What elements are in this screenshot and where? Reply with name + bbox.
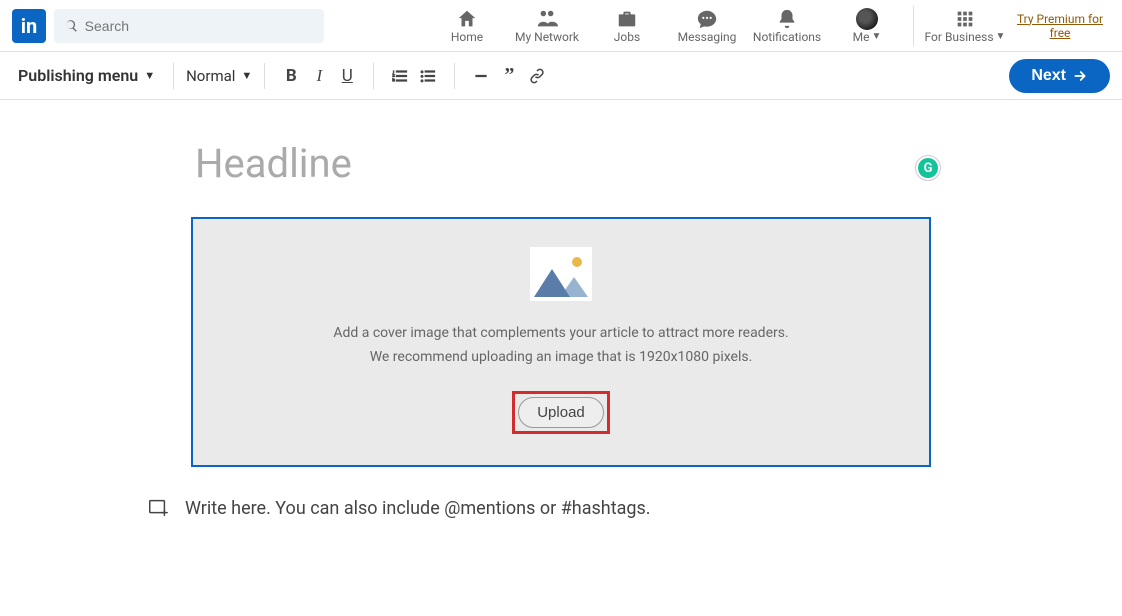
toolbar-divider — [373, 63, 374, 89]
next-button[interactable]: Next — [1009, 59, 1110, 93]
editor-toolbar: Publishing menu ▼ Normal ▼ B I U ” Next — [0, 52, 1122, 100]
upload-button[interactable]: Upload — [518, 397, 604, 428]
bold-button[interactable]: B — [277, 62, 305, 90]
link-icon — [528, 67, 546, 85]
style-label: Normal — [186, 67, 235, 85]
toolbar-divider — [264, 63, 265, 89]
publishing-menu-label: Publishing menu — [18, 66, 138, 85]
insert-media-button[interactable] — [147, 497, 169, 519]
divider-button[interactable] — [467, 62, 495, 90]
caret-down-icon: ▼ — [996, 31, 1006, 42]
nav-label: Home — [451, 30, 483, 44]
italic-button[interactable]: I — [305, 62, 333, 90]
search-input[interactable] — [85, 18, 314, 34]
search-icon — [64, 18, 79, 34]
messaging-icon — [696, 8, 718, 30]
headline-input[interactable]: Headline — [191, 140, 931, 187]
arrow-right-icon — [1072, 68, 1088, 84]
logo-text: in — [21, 14, 38, 38]
body-editor-row: Write here. You can also include @mentio… — [147, 497, 931, 519]
article-editor: G Headline Add a cover image that comple… — [191, 140, 931, 519]
caret-down-icon: ▼ — [871, 31, 881, 42]
nav-jobs[interactable]: Jobs — [587, 0, 667, 52]
nav-label: For Business — [925, 30, 994, 44]
nav-messaging[interactable]: Messaging — [667, 0, 747, 52]
nav-network[interactable]: My Network — [507, 0, 587, 52]
toolbar-divider — [454, 63, 455, 89]
unordered-list-button[interactable] — [414, 62, 442, 90]
cover-instruction-2: We recommend uploading an image that is … — [370, 349, 753, 365]
ordered-list-icon — [391, 67, 409, 85]
body-placeholder[interactable]: Write here. You can also include @mentio… — [185, 498, 651, 519]
unordered-list-icon — [419, 67, 437, 85]
toolbar-divider — [173, 63, 174, 89]
underline-button[interactable]: U — [333, 62, 361, 90]
next-label: Next — [1031, 67, 1066, 85]
top-nav: in Home My Network Jobs Messaging Notifi… — [0, 0, 1122, 52]
nav-divider — [913, 6, 914, 46]
caret-down-icon: ▼ — [241, 69, 252, 82]
ordered-list-button[interactable] — [386, 62, 414, 90]
nav-me[interactable]: Me ▼ — [827, 0, 907, 52]
caret-down-icon: ▼ — [144, 69, 155, 82]
grammarly-badge[interactable]: G — [915, 155, 941, 181]
search-box[interactable] — [54, 9, 324, 43]
bell-icon — [776, 8, 798, 30]
text-style-select[interactable]: Normal ▼ — [186, 67, 252, 85]
linkedin-logo[interactable]: in — [12, 9, 46, 43]
publishing-menu-dropdown[interactable]: Publishing menu ▼ — [12, 62, 161, 89]
nav-home[interactable]: Home — [427, 0, 507, 52]
nav-label: My Network — [515, 30, 579, 44]
image-placeholder-icon — [530, 247, 592, 301]
cover-instruction-1: Add a cover image that complements your … — [333, 325, 788, 341]
nav-label: Jobs — [614, 30, 640, 44]
nav-label: Me — [853, 30, 870, 44]
blockquote-button[interactable]: ” — [495, 62, 523, 90]
cover-image-uploader[interactable]: Add a cover image that complements your … — [191, 217, 931, 467]
link-button[interactable] — [523, 62, 551, 90]
network-icon — [536, 8, 558, 30]
media-add-icon — [147, 497, 169, 519]
apps-grid-icon — [954, 8, 976, 30]
avatar — [856, 8, 878, 30]
grammarly-icon: G — [918, 158, 938, 178]
jobs-icon — [616, 8, 638, 30]
nav-notifications[interactable]: Notifications — [747, 0, 827, 52]
nav-label: Notifications — [753, 30, 821, 44]
nav-label: Messaging — [678, 30, 737, 44]
nav-business[interactable]: For Business ▼ — [920, 0, 1010, 52]
premium-link[interactable]: Try Premium for free — [1010, 12, 1110, 40]
minus-icon — [472, 67, 490, 85]
upload-highlight: Upload — [512, 391, 610, 434]
home-icon — [456, 8, 478, 30]
